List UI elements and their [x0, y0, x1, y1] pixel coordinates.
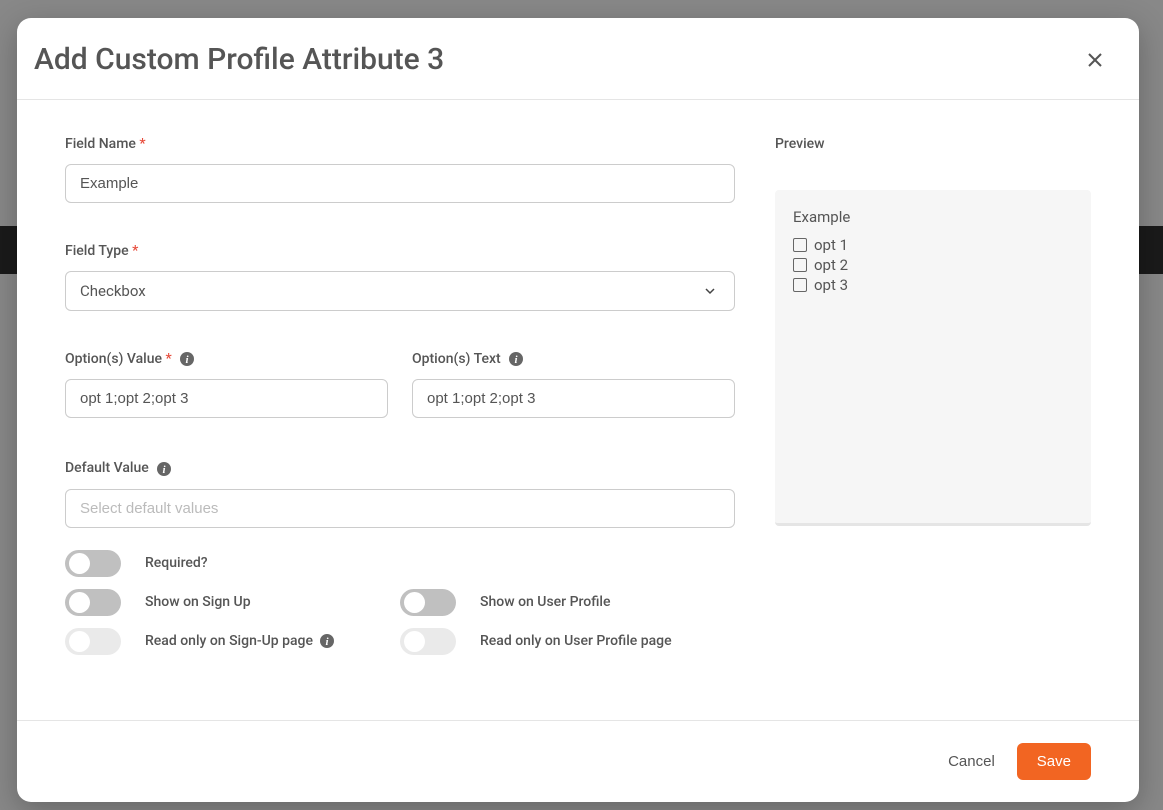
option-text-group: Option(s) Text i [412, 351, 735, 418]
readonly-signup-label: Read only on Sign-Up page [145, 633, 313, 649]
required-toggle[interactable] [65, 550, 121, 577]
option-value-input[interactable] [65, 379, 388, 418]
close-button[interactable] [1081, 46, 1109, 74]
preview-checkbox[interactable] [793, 258, 807, 272]
preview-column: Preview Example opt 1 opt 2 opt 3 [775, 136, 1091, 700]
show-toggles-row: Show on Sign Up Show on User Profile [65, 589, 735, 616]
field-name-label-text: Field Name [65, 136, 136, 152]
cancel-button[interactable]: Cancel [944, 745, 999, 778]
default-value-label: Default Value i [65, 460, 735, 476]
info-icon[interactable]: i [156, 461, 172, 477]
required-indicator: * [132, 243, 138, 259]
readonly-profile-label: Read only on User Profile page [480, 633, 672, 649]
field-name-group: Field Name * [65, 136, 735, 203]
preview-checkbox[interactable] [793, 238, 807, 252]
option-value-group: Option(s) Value * i [65, 351, 388, 418]
modal-footer: Cancel Save [17, 720, 1139, 802]
modal-body: Field Name * Field Type * Checkbox [17, 100, 1139, 720]
info-icon[interactable]: i [319, 633, 335, 649]
default-value-group: Default Value i [65, 460, 735, 527]
info-icon[interactable]: i [508, 351, 524, 367]
save-button[interactable]: Save [1017, 743, 1091, 780]
field-type-select-wrapper: Checkbox [65, 271, 735, 311]
close-icon [1085, 50, 1105, 70]
show-profile-toggle[interactable] [400, 589, 456, 616]
toggle-knob [69, 553, 90, 574]
preview-title: Preview [775, 136, 1091, 152]
default-value-label-text: Default Value [65, 460, 149, 476]
option-text-input[interactable] [412, 379, 735, 418]
readonly-toggles-row: Read only on Sign-Up page i Read only on… [65, 628, 735, 655]
info-icon[interactable]: i [179, 351, 195, 367]
toggle-knob [69, 631, 90, 652]
options-row: Option(s) Value * i Option(s) Text [65, 351, 735, 418]
modal-header: Add Custom Profile Attribute 3 [17, 18, 1139, 100]
field-type-group: Field Type * Checkbox [65, 243, 735, 311]
option-value-label-text: Option(s) Value [65, 351, 162, 367]
modal-title: Add Custom Profile Attribute 3 [34, 42, 444, 77]
add-attribute-modal: Add Custom Profile Attribute 3 Field Nam… [17, 18, 1139, 802]
readonly-profile-toggle [400, 628, 456, 655]
form-column: Field Name * Field Type * Checkbox [65, 136, 735, 700]
preview-option-row: opt 3 [793, 276, 1073, 294]
preview-checkbox[interactable] [793, 278, 807, 292]
field-name-label: Field Name * [65, 136, 735, 152]
show-signup-toggle[interactable] [65, 589, 121, 616]
preview-option-label: opt 1 [814, 236, 848, 254]
required-indicator: * [139, 136, 145, 152]
preview-option-label: opt 2 [814, 256, 848, 274]
preview-option-row: opt 1 [793, 236, 1073, 254]
preview-box: Example opt 1 opt 2 opt 3 [775, 190, 1091, 526]
preview-field-name: Example [793, 208, 1073, 226]
required-toggle-row: Required? [65, 550, 735, 577]
default-value-input[interactable] [65, 489, 735, 528]
option-text-label: Option(s) Text i [412, 351, 735, 367]
field-type-label: Field Type * [65, 243, 735, 259]
field-type-select[interactable]: Checkbox [65, 271, 735, 311]
show-signup-label: Show on Sign Up [145, 594, 251, 610]
show-profile-label: Show on User Profile [480, 594, 610, 610]
option-text-label-text: Option(s) Text [412, 351, 501, 367]
required-toggle-label: Required? [145, 555, 208, 571]
toggle-knob [404, 592, 425, 613]
preview-option-label: opt 3 [814, 276, 848, 294]
required-indicator: * [166, 351, 172, 367]
preview-option-row: opt 2 [793, 256, 1073, 274]
field-type-label-text: Field Type [65, 243, 129, 259]
option-value-label: Option(s) Value * i [65, 351, 388, 367]
toggle-knob [69, 592, 90, 613]
toggle-knob [404, 631, 425, 652]
field-name-input[interactable] [65, 164, 735, 203]
readonly-signup-toggle [65, 628, 121, 655]
